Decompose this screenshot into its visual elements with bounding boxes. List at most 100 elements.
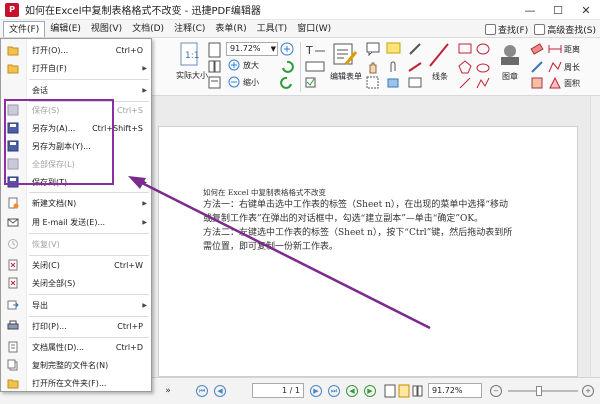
area-tool-button[interactable]: 面积 [548,76,580,90]
callout-tool-button[interactable] [408,76,422,90]
separator [300,42,301,92]
first-page-button[interactable]: ⏮ [196,384,208,398]
menu-view[interactable]: 视图(V) [86,21,127,37]
rotate-icon [282,60,294,73]
rectangle-tool-button[interactable] [458,42,472,56]
single-page-button[interactable] [208,42,222,58]
vertical-scrollbar[interactable] [590,96,600,377]
menu-item-properties[interactable]: 文档属性(D)... Ctrl+D [1,339,151,355]
two-page-view-button[interactable] [412,384,424,398]
text-tool-button[interactable]: T [305,42,327,58]
select-tool-button[interactable] [366,76,380,90]
single-page-view-icon [384,384,396,398]
menu-form[interactable]: 表单(R) [210,21,251,37]
maximize-button[interactable]: ☐ [544,0,572,20]
last-page-button[interactable]: ⏭ [328,384,340,398]
checkbox-tool-button[interactable] [305,76,327,90]
zoom-out-tool[interactable]: 缩小 [228,76,259,89]
scroll-page-icon [208,76,221,89]
menu-item-restore[interactable]: 恢复(V) [1,236,151,252]
menu-item-label: 恢复(V) [32,239,60,249]
zoom-in-tool[interactable]: 放大 [228,59,259,72]
menu-item-label: 关闭全部(S) [32,278,76,288]
polyline-tool-button[interactable] [476,76,490,90]
menu-item-close-all[interactable]: 关闭全部(S) [1,275,151,291]
ellipse-tool-button[interactable] [476,42,490,56]
area-label: 面积 [564,78,580,88]
menu-item-close[interactable]: 关闭(C) Ctrl+W [1,257,151,273]
polygon-tool-button[interactable] [458,60,472,74]
pencil-tool-button[interactable] [408,42,422,56]
note-tool-button[interactable] [386,42,402,56]
menu-tools[interactable]: 工具(T) [252,21,293,37]
zoom-slider[interactable] [508,386,578,396]
stamp-tool-button[interactable] [386,76,402,90]
menu-document[interactable]: 文档(D) [127,21,169,37]
perimeter-tool-button[interactable]: 周长 [548,60,580,74]
rectangle-icon [458,43,472,54]
undo-button[interactable] [280,76,294,90]
menu-item-label: 新建文档(N) [32,198,77,208]
continuous-view-button[interactable] [398,384,410,398]
menu-item-new-document[interactable]: 新建文档(N) ▶ [1,195,151,211]
close-document-icon [8,259,18,271]
status-zoom-in-button[interactable]: + [582,384,594,398]
close-button[interactable]: ✕ [572,0,600,20]
rotate-button[interactable] [280,60,294,74]
menu-edit[interactable]: 编辑(E) [45,21,86,37]
erase-all-button[interactable] [530,60,544,74]
menu-item-print[interactable]: 打印(P)... Ctrl+P [1,318,151,334]
menu-item-open[interactable]: 打开(O)... Ctrl+O [1,42,151,58]
zoom-plus-button[interactable] [280,42,294,56]
menu-item-label: 关闭(C) [32,260,60,270]
advanced-find-button[interactable]: 高级查找(S) [534,21,596,37]
menu-window[interactable]: 窗口(W) [292,21,336,37]
menu-item-copy-filename[interactable]: 复制完整的文件名(N) [1,357,151,373]
text-field-button[interactable] [305,60,327,74]
menu-item-open-folder[interactable]: 打开所在文件夹(F)... [1,375,151,391]
menu-item-send-email[interactable]: 用 E-mail 发送(E)... ▶ [1,214,151,230]
zoom-in-label: 放大 [243,61,259,70]
back-button[interactable]: ◀ [346,384,358,398]
distance-tool-button[interactable]: 距离 [548,42,580,56]
cloud-tool-button[interactable] [476,60,490,74]
select-icon [366,76,379,89]
forward-button[interactable]: ▶ [364,384,376,398]
eraser-button[interactable] [530,42,544,56]
attach-tool-button[interactable] [386,60,402,74]
folder-open-icon [7,46,19,56]
single-page-view-button[interactable] [384,384,396,398]
two-page-button[interactable] [208,60,222,74]
menu-comment[interactable]: 注释(C) [169,21,210,37]
find-button[interactable]: 查找(F) [485,21,528,37]
zoom-select[interactable]: 91.72% ▼ [226,42,278,56]
fit-page-button[interactable]: 1:1 [178,42,200,68]
stamp-button[interactable] [497,42,523,68]
arrow-tool-button[interactable] [458,76,472,90]
menu-item-open-from[interactable]: 打开自(F) ▶ [1,60,151,76]
two-page-view-icon [412,385,423,397]
line-tool-button[interactable] [428,42,450,68]
menu-item-label: 会话 [32,85,48,95]
scroll-down-left-icon[interactable]: » [162,384,174,398]
edit-form-button[interactable] [332,42,358,68]
page-number-input[interactable]: 1 / 1 [252,383,304,398]
menu-item-session[interactable]: 会话 ▶ [1,82,151,98]
actual-size-button[interactable]: 实际大小 [176,70,208,81]
minimize-button[interactable]: — [516,0,544,20]
pdf-page[interactable]: 如何在 Excel 中复制表格格式不改变 方法一：右键单击选中工作表的标签（Sh… [158,126,578,377]
stroke-tool-button[interactable] [408,60,422,74]
status-zoom-select[interactable]: 91.72% [428,383,482,398]
next-page-button[interactable]: ▶ [310,384,322,398]
scroll-page-button[interactable] [208,76,222,90]
zoom-slider-handle[interactable] [536,386,542,396]
menu-item-export[interactable]: 导出 ▶ [1,297,151,313]
comment-tool-button[interactable] [366,42,380,56]
hand-tool-button[interactable] [366,60,380,74]
status-zoom-out-button[interactable]: − [490,384,502,398]
color-button[interactable] [530,76,544,90]
perimeter-icon [548,61,562,73]
prev-page-button[interactable]: ◀ [214,384,226,398]
color-icon [531,77,543,89]
menu-file[interactable]: 文件(F) [3,20,46,37]
